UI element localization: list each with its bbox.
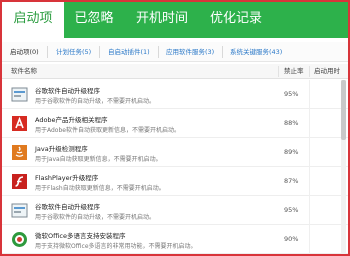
disable-rate: 95% xyxy=(284,90,299,98)
table-row[interactable]: 谷歌软件自动升级程序 用于谷歌软件的自动升级，不需要开机启动。 95% xyxy=(2,196,348,225)
scrollbar-thumb[interactable] xyxy=(341,80,346,140)
table-row[interactable]: 谷歌软件自动升级程序 用于谷歌软件的自动升级，不需要开机启动。 95% xyxy=(2,80,348,109)
vertical-scrollbar[interactable] xyxy=(341,80,346,254)
item-description: 用于谷歌软件的自动升级，不需要开机启动。 xyxy=(35,98,156,105)
divider xyxy=(47,46,48,58)
subtab-autostart-plugins[interactable]: 自启动插件(1) xyxy=(108,42,150,62)
disable-rate: 89% xyxy=(284,148,299,156)
item-name: 微软Office多语言支持安装程序 xyxy=(35,232,126,240)
subtab-scheduled-tasks[interactable]: 计划任务(5) xyxy=(56,42,91,62)
tab-label: 开机时间 xyxy=(135,11,188,26)
disable-rate: 87% xyxy=(284,177,299,185)
adobe-icon xyxy=(11,115,28,132)
subtab-label: 系统关键服务(43) xyxy=(230,48,283,56)
column-header-name[interactable]: 软件名称 xyxy=(11,64,37,79)
tab-startup-items[interactable]: 启动项 xyxy=(2,2,64,38)
subtab-label: 启动项(0) xyxy=(10,48,39,56)
table-row[interactable]: FlashPlayer升级程序 用于Flash自动获取更新信息，不需要开机启动。… xyxy=(2,167,348,196)
subtab-label: 计划任务(5) xyxy=(56,48,92,56)
startup-manager-window: 启动项 已忽略 开机时间 优化记录 启动项(0) 计划任务(5) 自启动插件(1… xyxy=(0,0,350,256)
divider xyxy=(99,46,100,58)
item-description: 用于Adobe软件自动获取更新信息，不需要开机启动。 xyxy=(35,127,180,134)
table-row[interactable]: Adobe产品升级相关程序 用于Adobe软件自动获取更新信息，不需要开机启动。… xyxy=(2,109,348,138)
item-description: 用于Java自动获取更新信息，不需要开机启动。 xyxy=(35,156,162,163)
item-name: Java升级检测程序 xyxy=(35,145,88,153)
divider xyxy=(158,46,159,58)
column-divider xyxy=(278,66,279,77)
item-description: 用于支持微软Office多语言的非常用功能，不需要开机启动。 xyxy=(35,243,197,250)
subtab-label: 自启动插件(1) xyxy=(108,48,150,56)
subtab-app-services[interactable]: 应用软件服务(3) xyxy=(166,42,214,62)
subtab-startup[interactable]: 启动项(0) xyxy=(10,42,39,62)
table-header: 软件名称 禁止率 启动用时 xyxy=(2,64,348,79)
column-header-boot-time[interactable]: 启动用时 xyxy=(314,64,340,79)
column-divider xyxy=(309,225,310,254)
table-row[interactable]: Java升级检测程序 用于Java自动获取更新信息，不需要开机启动。 89% xyxy=(2,138,348,167)
tab-label: 已忽略 xyxy=(74,11,114,26)
main-tab-bar: 启动项 已忽略 开机时间 优化记录 xyxy=(2,2,348,38)
subtab-label: 应用软件服务(3) xyxy=(166,48,215,56)
disable-rate: 95% xyxy=(284,206,299,214)
startup-item-list: 谷歌软件自动升级程序 用于谷歌软件的自动升级，不需要开机启动。 95% Adob… xyxy=(2,80,348,254)
column-divider xyxy=(309,196,310,225)
subtab-system-services[interactable]: 系统关键服务(43) xyxy=(230,42,282,62)
disable-rate: 88% xyxy=(284,119,299,127)
column-divider xyxy=(309,80,310,109)
tab-ignored[interactable]: 已忽略 xyxy=(68,2,120,38)
item-name: 谷歌软件自动升级程序 xyxy=(35,203,100,211)
item-name: Adobe产品升级相关程序 xyxy=(35,116,108,124)
item-name: 谷歌软件自动升级程序 xyxy=(35,87,100,95)
disable-rate: 90% xyxy=(284,235,299,243)
flash-icon xyxy=(11,173,28,190)
table-row[interactable]: 微软Office多语言支持安装程序 用于支持微软Office多语言的非常用功能，… xyxy=(2,225,348,254)
sub-tab-bar: 启动项(0) 计划任务(5) 自启动插件(1) 应用软件服务(3) 系统关键服务… xyxy=(2,42,348,62)
office-icon xyxy=(11,231,28,248)
column-divider xyxy=(309,109,310,138)
tab-boot-time[interactable]: 开机时间 xyxy=(130,2,194,38)
tab-label: 启动项 xyxy=(13,11,53,26)
tab-label: 优化记录 xyxy=(209,11,262,26)
item-name: FlashPlayer升级程序 xyxy=(35,174,99,182)
column-divider xyxy=(309,66,310,77)
column-header-disable-rate[interactable]: 禁止率 xyxy=(284,64,304,79)
item-description: 用于Flash自动获取更新信息，不需要开机启动。 xyxy=(35,185,165,192)
column-divider xyxy=(309,138,310,167)
item-description: 用于谷歌软件的自动升级，不需要开机启动。 xyxy=(35,214,156,221)
update-icon xyxy=(11,202,28,219)
tab-optimization-log[interactable]: 优化记录 xyxy=(204,2,268,38)
divider xyxy=(222,46,223,58)
java-icon xyxy=(11,144,28,161)
column-divider xyxy=(309,167,310,196)
update-icon xyxy=(11,86,28,103)
